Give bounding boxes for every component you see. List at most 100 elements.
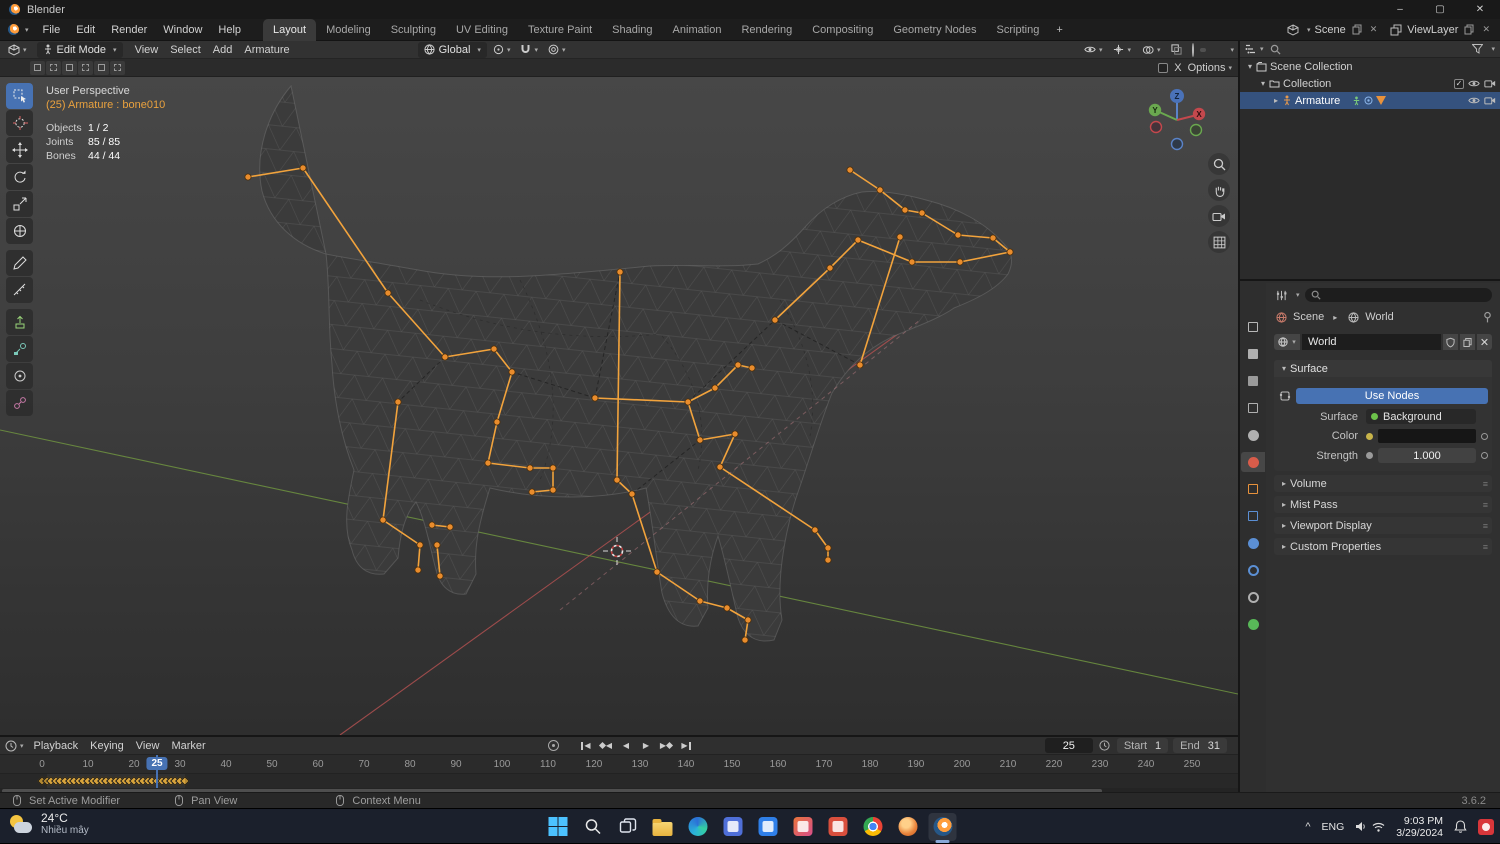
properties-tab-object[interactable]	[1241, 479, 1265, 499]
shading-wireframe-button[interactable]	[1189, 42, 1197, 58]
timeline-menu-marker[interactable]: Marker	[165, 738, 211, 754]
tool-rotate-button[interactable]	[6, 164, 33, 190]
keyframe-track[interactable]	[0, 774, 1238, 788]
gizmos-button[interactable]: ▾	[1109, 42, 1135, 58]
drag-handle-icon[interactable]: ≡	[1483, 500, 1488, 510]
armature-joint[interactable]	[509, 369, 515, 375]
pivot-point-button[interactable]: ▾	[489, 42, 515, 58]
properties-tab-output[interactable]	[1241, 371, 1265, 391]
armature-joint[interactable]	[550, 465, 556, 471]
tool-select-box-button[interactable]	[6, 83, 33, 109]
taskbar-browser-button[interactable]	[894, 813, 922, 841]
taskbar-edge-button[interactable]	[684, 813, 712, 841]
armature-joint[interactable]	[1007, 249, 1013, 255]
armature-joint[interactable]	[491, 346, 497, 352]
app-menu-button[interactable]: ▾	[0, 24, 35, 35]
armature-joint[interactable]	[245, 174, 251, 180]
world-name-field[interactable]: World	[1302, 334, 1441, 350]
armature-joint[interactable]	[527, 465, 533, 471]
properties-tab-object-data[interactable]	[1241, 614, 1265, 634]
overlays-button[interactable]: ▾	[1138, 42, 1165, 58]
taskbar-task-view-button[interactable]	[614, 813, 642, 841]
breadcrumb-scene[interactable]: Scene	[1293, 311, 1324, 323]
properties-tab-tool[interactable]	[1241, 317, 1265, 337]
tool-roll-button[interactable]	[6, 363, 33, 389]
armature-joint[interactable]	[385, 290, 391, 296]
armature-joint[interactable]	[990, 235, 996, 241]
viewport-menu-armature[interactable]: Armature	[238, 42, 295, 58]
language-indicator[interactable]: ENG	[1322, 821, 1345, 833]
armature-joint[interactable]	[825, 557, 831, 563]
collapse-icon[interactable]: ▾	[1257, 79, 1269, 88]
armature-joint[interactable]	[434, 542, 440, 548]
unlink-datablock-icon[interactable]: ✕	[1477, 334, 1492, 350]
armature-joint[interactable]	[745, 617, 751, 623]
orthographic-toggle-button[interactable]	[1208, 231, 1230, 253]
section-custom-properties[interactable]: ▸Custom Properties≡	[1274, 538, 1492, 555]
properties-tab-scene[interactable]	[1241, 425, 1265, 445]
armature-joint[interactable]	[742, 637, 748, 643]
properties-tab-modifiers[interactable]	[1241, 506, 1265, 526]
transform-orientation-selector[interactable]: Global ▾	[418, 42, 487, 58]
tool-bone-envelope-button[interactable]	[6, 390, 33, 416]
armature-joint[interactable]	[614, 477, 620, 483]
armature-joint[interactable]	[897, 234, 903, 240]
timeline-ruler[interactable]: 0102030405060708090100110120130140150160…	[0, 755, 1238, 774]
properties-tab-world[interactable]	[1241, 452, 1265, 472]
proportional-editing-button[interactable]: ▾	[544, 42, 570, 58]
properties-editor-icon[interactable]	[1274, 288, 1288, 302]
shading-solid-button[interactable]	[1200, 48, 1206, 52]
animate-strength-dot[interactable]	[1481, 452, 1488, 459]
tool-cursor-button[interactable]	[6, 110, 33, 136]
jump-to-end-button[interactable]: ▶	[677, 738, 695, 753]
camera-view-button[interactable]	[1208, 205, 1230, 227]
armature-joint[interactable]	[437, 573, 443, 579]
surface-section-header[interactable]: ▾ Surface	[1274, 360, 1492, 377]
select-mode-new-button[interactable]	[30, 61, 45, 75]
armature-bone[interactable]	[850, 170, 880, 190]
taskbar-photos-button[interactable]	[789, 813, 817, 841]
current-frame-field[interactable]: 25	[1045, 738, 1093, 753]
tool-move-button[interactable]	[6, 137, 33, 163]
armature-joint[interactable]	[957, 259, 963, 265]
playhead-frame-chip[interactable]: 25	[146, 757, 167, 770]
pan-hand-button[interactable]	[1208, 179, 1230, 201]
eye-icon[interactable]	[1468, 79, 1480, 88]
unlink-scene-icon[interactable]: ✕	[1368, 24, 1380, 35]
section-mist-pass[interactable]: ▸Mist Pass≡	[1274, 496, 1492, 513]
armature-joint[interactable]	[812, 527, 818, 533]
viewport-menu-select[interactable]: Select	[164, 42, 207, 58]
armature-joint[interactable]	[772, 317, 778, 323]
armature-joint[interactable]	[825, 545, 831, 551]
properties-tab-physics[interactable]	[1241, 560, 1265, 580]
viewport-menu-view[interactable]: View	[129, 42, 165, 58]
properties-tab-view-layer[interactable]	[1241, 398, 1265, 418]
outliner-editor-type-button[interactable]: ▾	[1245, 44, 1264, 54]
workspace-tab-rendering[interactable]: Rendering	[731, 19, 802, 41]
remove-view-layer-icon[interactable]: ✕	[1480, 24, 1492, 35]
surface-shader-dropdown[interactable]: Background	[1366, 409, 1476, 424]
armature-joint[interactable]	[529, 489, 535, 495]
armature-joint[interactable]	[712, 385, 718, 391]
armature-joint[interactable]	[380, 517, 386, 523]
timeline-menu-playback[interactable]: Playback	[28, 738, 85, 754]
viewport-menu-add[interactable]: Add	[207, 42, 239, 58]
browse-world-button[interactable]: ▾	[1274, 334, 1300, 350]
scene-selector[interactable]: ▾ Scene ✕	[1286, 23, 1379, 37]
properties-tab-render[interactable]	[1241, 344, 1265, 364]
workspace-tab-shading[interactable]: Shading	[602, 19, 662, 41]
outliner-search-icon[interactable]	[1270, 44, 1281, 55]
armature-bone[interactable]	[418, 545, 420, 570]
armature-joint[interactable]	[417, 542, 423, 548]
drag-handle-icon[interactable]: ≡	[1483, 542, 1488, 552]
zoom-button[interactable]	[1208, 153, 1230, 175]
armature-joint[interactable]	[429, 522, 435, 528]
menu-help[interactable]: Help	[210, 19, 249, 41]
select-mode-intersect-button[interactable]	[94, 61, 109, 75]
tool-extrude-button[interactable]	[6, 309, 33, 335]
section-volume[interactable]: ▸Volume≡	[1274, 475, 1492, 492]
preview-range-icon[interactable]	[1098, 739, 1112, 753]
gizmo-negative-x-axis[interactable]	[1151, 122, 1162, 133]
clock-widget[interactable]: 9:03 PM 3/29/2024	[1396, 815, 1443, 839]
maximize-button[interactable]: ▢	[1420, 0, 1460, 19]
